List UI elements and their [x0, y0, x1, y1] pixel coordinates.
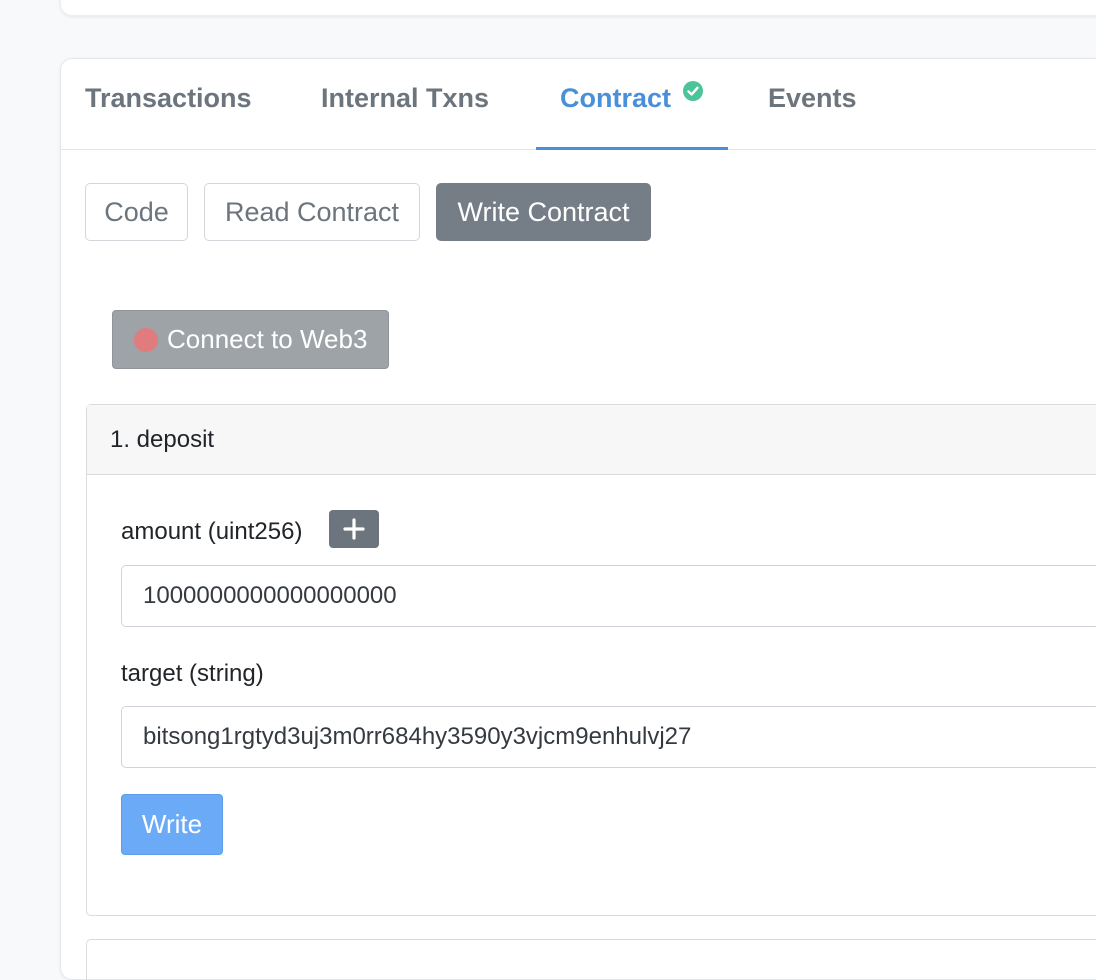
active-tab-indicator [536, 147, 728, 150]
add-zeros-button[interactable] [329, 510, 379, 548]
amount-input[interactable] [121, 565, 1096, 627]
function-title: 1. deposit [110, 426, 215, 453]
disconnected-status-icon [134, 328, 158, 352]
amount-label: amount (uint256) [121, 518, 303, 545]
tab-contract[interactable]: Contract [560, 83, 671, 114]
function-header[interactable]: 1. deposit [87, 405, 1096, 475]
tab-bar: Transactions Internal Txns Contract Even… [61, 59, 1096, 150]
contract-card: Transactions Internal Txns Contract Even… [60, 58, 1096, 980]
function-panel-deposit: 1. deposit amount (uint256) target (stri… [86, 404, 1096, 916]
connect-web3-label: Connect to Web3 [167, 324, 368, 354]
top-card [60, 0, 1096, 16]
tab-events[interactable]: Events [768, 83, 857, 114]
target-label: target (string) [121, 660, 264, 687]
verified-check-icon [683, 81, 703, 101]
code-button[interactable]: Code [85, 183, 188, 241]
plus-icon [343, 518, 365, 540]
tab-transactions[interactable]: Transactions [85, 83, 252, 114]
read-contract-button[interactable]: Read Contract [204, 183, 420, 241]
connect-web3-button[interactable]: Connect to Web3 [112, 310, 389, 369]
tab-internal-txns[interactable]: Internal Txns [321, 83, 489, 114]
write-contract-button[interactable]: Write Contract [436, 183, 651, 241]
target-input[interactable] [121, 706, 1096, 768]
next-function-panel-edge [86, 939, 1096, 980]
write-button[interactable]: Write [121, 794, 223, 855]
